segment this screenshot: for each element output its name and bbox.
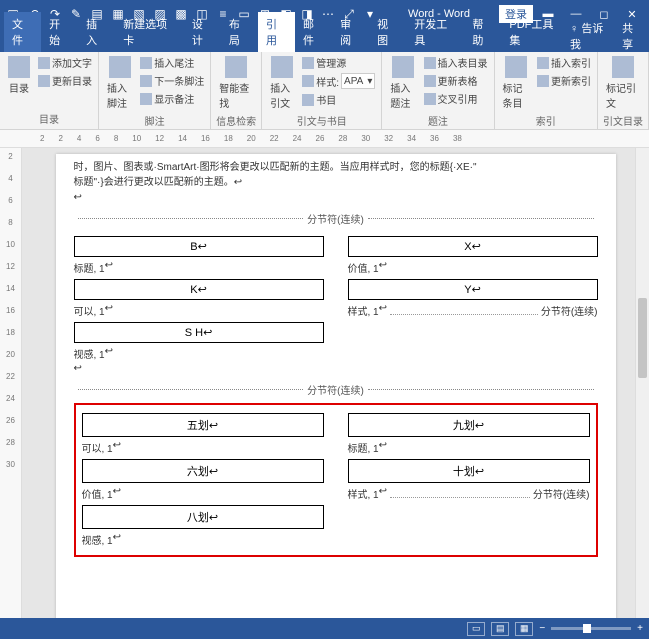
index-caption: 标题, 1↩ (74, 260, 324, 275)
mark-entry-button[interactable]: 标记条目 (499, 54, 533, 112)
index-box: 五划↩ (82, 413, 324, 437)
zoom-slider[interactable] (551, 627, 631, 630)
share-button[interactable]: 共享 (622, 20, 643, 52)
index-caption: 样式, 1↩分节符(连续) (348, 486, 590, 501)
index-caption: 可以, 1↩ (74, 303, 324, 318)
show-notes-button[interactable]: 显示备注 (138, 90, 206, 107)
caption-icon (392, 56, 414, 78)
group-label: 引文与书目 (266, 112, 377, 129)
toc-icon (8, 56, 30, 78)
chevron-down-icon: ▾ (367, 76, 372, 87)
insert-index-button[interactable]: 插入索引 (535, 54, 593, 71)
index-box: 十划↩ (348, 459, 590, 483)
insert-citation-button[interactable]: 插入引文 (266, 54, 298, 112)
mark-citation-icon (612, 56, 634, 78)
toc-button[interactable]: 目录 (4, 54, 34, 97)
ribbon-tabs: 文件 开始 插入 新建选项卡 设计 布局 引用 邮件 审阅 视图 开发工具 帮助… (0, 28, 649, 52)
index-caption: 样式, 1↩分节符(连续) (348, 303, 598, 318)
horizontal-ruler[interactable]: 22468101214161820222426283032343638 (0, 130, 649, 148)
tab-pdf[interactable]: PDF工具集 (501, 12, 570, 52)
section-break: 分节符(连续) (74, 382, 598, 397)
index-box: K↩ (74, 279, 324, 300)
search-icon (225, 56, 247, 78)
insert-footnote-button[interactable]: 插入脚注 (103, 54, 136, 112)
index-box: X↩ (348, 236, 598, 257)
zoom-thumb[interactable] (583, 624, 591, 633)
tab-developer[interactable]: 开发工具 (406, 12, 464, 52)
vertical-ruler[interactable]: 24681012141618202224262830 (0, 148, 22, 618)
citation-icon (271, 56, 293, 78)
index-box: 九划↩ (348, 413, 590, 437)
manage-sources-button[interactable]: 管理源 (300, 54, 377, 71)
highlighted-region: 五划↩ 可以, 1↩ 九划↩ 标题, 1↩ 六划↩ 价值, 1↩ 十划↩ (74, 403, 598, 557)
index-caption: 视感, 1↩ (82, 532, 324, 547)
insert-caption-button[interactable]: 插入题注 (386, 54, 419, 112)
insert-figures-table-button[interactable]: 插入表目录 (422, 54, 490, 71)
status-bar: ▭ ▤ ▦ − + (0, 618, 649, 639)
tab-review[interactable]: 审阅 (332, 12, 369, 52)
add-text-button[interactable]: 添加文字 (36, 54, 94, 71)
index-caption: 价值, 1↩ (348, 260, 598, 275)
view-read-icon[interactable]: ▭ (467, 622, 485, 636)
tab-view[interactable]: 视图 (369, 12, 406, 52)
body-text: 标题"·}会进行更改以匹配新的主题。↩ (74, 175, 598, 190)
view-print-icon[interactable]: ▤ (491, 622, 509, 636)
tab-insert[interactable]: 插入 (78, 12, 115, 52)
index-icon (505, 56, 527, 78)
tab-references[interactable]: 引用 (258, 12, 295, 52)
update-index-button[interactable]: 更新索引 (535, 72, 593, 89)
index-caption: 价值, 1↩ (82, 486, 324, 501)
tab-mail[interactable]: 邮件 (295, 12, 332, 52)
next-footnote-button[interactable]: 下一条脚注 (138, 72, 206, 89)
zoom-in-button[interactable]: + (637, 623, 643, 634)
tell-me[interactable]: ♀ 告诉我 (570, 20, 612, 52)
index-box: 六划↩ (82, 459, 324, 483)
index-box: 八划↩ (82, 505, 324, 529)
page[interactable]: 时，图片、图表或·SmartArt·图形将会更改以匹配新的主题。当应用样式时，您… (56, 154, 616, 618)
zoom-out-button[interactable]: − (539, 623, 545, 634)
index-box: B↩ (74, 236, 324, 257)
update-table-button[interactable]: 更新表格 (422, 72, 490, 89)
tab-help[interactable]: 帮助 (464, 12, 501, 52)
footnote-icon (109, 56, 131, 78)
tab-file[interactable]: 文件 (4, 12, 41, 52)
section-break: 分节符(连续) (74, 211, 598, 226)
update-toc-button[interactable]: 更新目录 (36, 72, 94, 89)
page-scroll: 系统部落 xitongbuluo.com 系统部落 xitongbuluo.co… (22, 148, 649, 618)
body-text: ↩ (74, 190, 598, 205)
ribbon: 目录 添加文字 更新目录 目录 插入脚注 插入尾注 下一条脚注 显示备注 脚注 … (0, 52, 649, 130)
tab-layout[interactable]: 布局 (221, 12, 258, 52)
index-box: Y↩ (348, 279, 598, 300)
view-web-icon[interactable]: ▦ (515, 622, 533, 636)
group-label: 题注 (386, 112, 489, 129)
group-label: 信息检索 (215, 112, 257, 129)
body-text: 时，图片、图表或·SmartArt·图形将会更改以匹配新的主题。当应用样式时，您… (74, 160, 598, 175)
bibliography-button[interactable]: 书目 (300, 91, 377, 108)
index-box: S H↩ (74, 322, 324, 343)
tab-home[interactable]: 开始 (41, 12, 78, 52)
cross-reference-button[interactable]: 交叉引用 (422, 90, 490, 107)
insert-endnote-button[interactable]: 插入尾注 (138, 54, 206, 71)
tab-newtab[interactable]: 新建选项卡 (115, 12, 184, 52)
style-select[interactable]: 样式: APA▾ (300, 72, 377, 90)
group-label: 脚注 (103, 112, 206, 129)
group-label: 索引 (499, 112, 593, 129)
body-text: ↩ (74, 361, 598, 376)
vertical-scrollbar[interactable] (635, 148, 649, 618)
group-label: 引文目录 (602, 112, 644, 129)
index-caption: 可以, 1↩ (82, 440, 324, 455)
scroll-thumb[interactable] (638, 298, 647, 378)
tab-design[interactable]: 设计 (184, 12, 221, 52)
document-area: 24681012141618202224262830 系统部落 xitongbu… (0, 148, 649, 618)
smart-lookup-button[interactable]: 智能查找 (215, 54, 257, 112)
index-caption: 标题, 1↩ (348, 440, 590, 455)
group-label: 目录 (4, 110, 94, 127)
index-caption: 视感, 1↩ (74, 346, 324, 361)
mark-citation-button[interactable]: 标记引文 (602, 54, 644, 112)
